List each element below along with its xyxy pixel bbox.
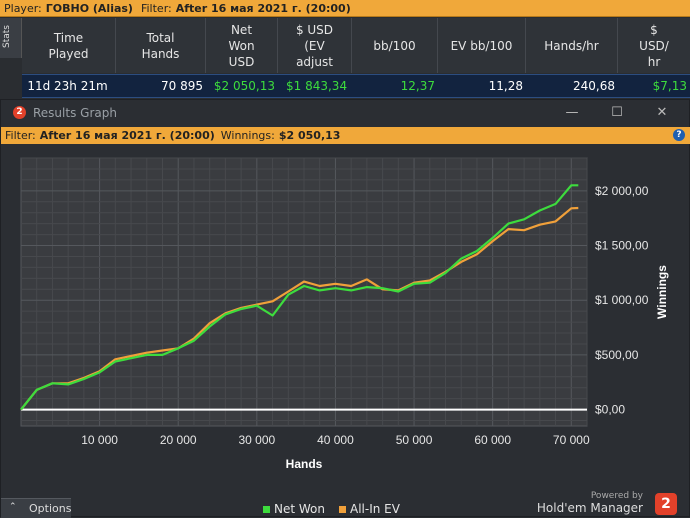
powered-by-text: Powered by [590,491,643,501]
y-tick-label: $0,00 [595,403,625,417]
results-graph-window: 2 Results Graph — ☐ ✕ Filter: After 16 м… [0,99,690,518]
graph-filter-label: Filter: [5,129,36,142]
options-tab[interactable]: ⌃ Options [1,498,71,518]
y-tick-label: $2 000,00 [595,184,649,198]
y-tick-label: $1 500,00 [595,239,649,253]
x-tick-label: 10 000 [81,433,118,447]
y-tick-label: $1 000,00 [595,293,649,307]
legend-label-all-in-ev: All-In EV [350,502,400,516]
column-header-net-won[interactable]: Net Won USD [206,18,278,73]
winnings-value: $2 050,13 [278,129,341,142]
player-value: ГОВНО (Alias) [45,1,133,15]
maximize-button[interactable]: ☐ [602,102,632,124]
x-tick-label: 70 000 [553,433,590,447]
holdem-manager-logo-icon: 2 [655,493,677,515]
brand-name: Hold'em Manager [536,501,643,515]
cell-bb100: 12,37 [400,79,435,93]
graph-filter-bar: Filter: After 16 мая 2021 г. (20:00) Win… [1,127,690,144]
legend-item-all-in-ev[interactable]: All-In EV [339,502,400,516]
cell-ev-bb100: 11,28 [488,79,523,93]
legend-swatch-all-in-ev [339,505,346,513]
column-header-ev-adjusted[interactable]: $ USD (EV adjust [278,18,352,73]
cell-time-played: 11d 23h 21m [27,79,108,93]
graph-filter-value: After 16 мая 2021 г. (20:00) [39,129,215,142]
options-label: Options [29,502,72,515]
cell-total-hands: 70 895 [161,79,203,93]
chart-legend: Net Won All-In EV [263,502,400,516]
cell-usd-hr: $7,13 [652,79,687,93]
stats-table-header: Time Played Total Hands Net Won USD $ USD (EV… [22,18,690,73]
cell-net-won: $2 050,13 [213,79,275,93]
cell-hands-hr: 240,68 [573,79,615,93]
results-line-chart: 10 000 20 000 30 000 40 000 50 000 60 000 70 0… [20,157,669,471]
window-titlebar[interactable]: 2 Results Graph — ☐ ✕ [1,100,689,126]
column-header-total-hands[interactable]: Total Hands [116,18,206,73]
close-button[interactable]: ✕ [647,102,677,124]
cell-ev-adjusted: $1 843,34 [286,79,348,93]
minimize-button[interactable]: — [557,102,587,124]
column-header-hands-hr[interactable]: Hands/hr [526,18,618,73]
player-filter-bar: Player: ГОВНО (Alias) Filter: After 16 м… [0,0,690,17]
legend-label-net-won: Net Won [274,502,325,516]
x-tick-label: 50 000 [396,433,433,447]
column-header-bb100[interactable]: bb/100 [352,18,438,73]
legend-item-net-won[interactable]: Net Won [263,502,325,516]
legend-swatch-net-won [263,505,270,513]
stats-side-tab[interactable]: Stats [0,18,22,58]
column-header-time-played[interactable]: Time Played [22,18,116,73]
table-row[interactable]: 11d 23h 21m 70 895 $2 050,13 $1 843,34 1… [22,74,690,98]
chevron-up-icon: ⌃ [9,502,17,512]
filter-label: Filter: [140,1,172,15]
x-axis-label: Hands [286,457,323,471]
window-title: Results Graph [33,106,117,120]
x-tick-label: 30 000 [238,433,275,447]
column-header-ev-bb100[interactable]: EV bb/100 [438,18,526,73]
help-icon[interactable]: ? [673,129,685,141]
x-tick-label: 40 000 [317,433,354,447]
y-axis-label: Winnings [655,265,669,319]
filter-value: After 16 мая 2021 г. (20:00) [175,1,351,15]
winnings-label: Winnings: [220,129,275,142]
x-tick-label: 60 000 [474,433,511,447]
app-logo-icon: 2 [13,106,26,119]
x-tick-label: 20 000 [160,433,197,447]
player-label: Player: [4,1,42,15]
stats-tab-label: Stats [2,25,12,48]
column-header-usd-hr[interactable]: $ USD/hr [618,18,690,73]
y-tick-label: $500,00 [595,348,639,362]
